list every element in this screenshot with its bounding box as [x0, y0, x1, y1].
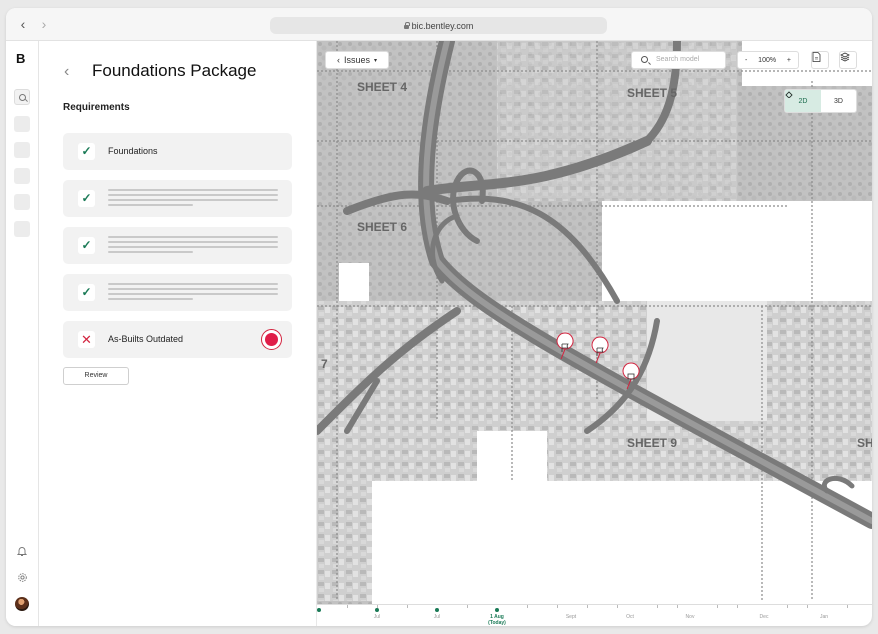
requirements-heading: Requirements: [63, 102, 130, 113]
timeline-label: Jul: [373, 614, 381, 620]
placeholder-line: [108, 246, 278, 248]
requirement-item[interactable]: ✓: [63, 227, 292, 264]
view-mode-toggle: 2D 3D: [784, 89, 857, 113]
url-text: bic.bentley.com: [411, 20, 474, 31]
page-title: Foundations Package: [92, 61, 257, 80]
chevron-down-icon: ▾: [374, 57, 378, 64]
user-avatar[interactable]: [15, 597, 29, 611]
placeholder-line: [108, 293, 278, 295]
timeline-today-dot[interactable]: [495, 608, 499, 612]
forward-arrow-icon[interactable]: ›: [37, 17, 51, 31]
timeline-event-dot[interactable]: [375, 608, 379, 612]
back-chevron-icon[interactable]: ‹: [64, 63, 69, 81]
sheet-label: SHEET 6: [357, 220, 407, 234]
placeholder-line: [108, 298, 193, 300]
search-model-input[interactable]: Search model: [631, 51, 726, 69]
placeholder-line: [108, 283, 278, 285]
issues-dropdown[interactable]: ‹ Issues ▾: [325, 51, 389, 69]
checkmark-icon: ✓: [78, 284, 95, 301]
rail-nav-item-3[interactable]: [14, 168, 30, 184]
timeline-label: Jan: [819, 614, 829, 620]
requirement-label: Foundations: [108, 146, 158, 156]
zoom-level: 100%: [758, 56, 777, 64]
zoom-control: - 100% +: [737, 51, 799, 69]
placeholder-line: [108, 204, 193, 206]
timeline-event-dot[interactable]: [435, 608, 439, 612]
link-3d-icon: [785, 91, 793, 98]
checkmark-icon: ✓: [78, 143, 95, 160]
checkmark-icon: ✓: [78, 237, 95, 254]
placeholder-line: [108, 288, 278, 290]
placeholder-line: [108, 194, 278, 196]
view-3d-button[interactable]: 3D: [785, 90, 856, 112]
app-sidebar-rail: B: [6, 41, 39, 626]
search-icon[interactable]: [14, 89, 30, 105]
chevron-left-icon: ‹: [336, 55, 340, 65]
timeline-label: Nov: [685, 614, 695, 620]
timeline-label: Oct: [626, 614, 634, 620]
browser-toolbar: ‹ › bic.bentley.com: [6, 8, 872, 41]
rail-nav-item-1[interactable]: [14, 116, 30, 132]
lock-icon: [403, 21, 410, 29]
sheet-label: SHEET 5: [627, 86, 677, 100]
timeline-event-dot[interactable]: [317, 608, 321, 612]
x-mark-icon: ✕: [78, 331, 95, 348]
package-panel: ‹ Foundations Package Requirements ✓ Fou…: [39, 41, 317, 626]
zoom-out-button[interactable]: -: [745, 57, 747, 64]
search-placeholder: Search model: [656, 56, 700, 63]
timeline-bar[interactable]: Jul Jul 1 Aug (Today) Sept Oct Nov Dec J…: [317, 604, 872, 626]
alert-status-indicator: [261, 329, 282, 350]
placeholder-line: [108, 199, 278, 201]
browser-window: ‹ › bic.bentley.com B ‹ Foundations Pack…: [6, 8, 872, 626]
requirement-item[interactable]: ✓: [63, 274, 292, 311]
timeline-label: Jul: [433, 614, 441, 620]
placeholder-line: [108, 236, 278, 238]
timeline-today-sublabel: (Today): [488, 620, 506, 626]
sheet-label: 7: [321, 357, 328, 371]
bell-icon[interactable]: [15, 546, 29, 560]
placeholder-line: [108, 241, 278, 243]
layers-icon[interactable]: [839, 51, 857, 69]
address-bar[interactable]: bic.bentley.com: [270, 17, 607, 34]
issues-label: Issues: [343, 55, 370, 65]
requirement-label: As-Builts Outdated: [108, 334, 184, 344]
view-3d-label: 3D: [834, 97, 843, 105]
requirement-item[interactable]: ✓: [63, 180, 292, 217]
placeholder-line: [108, 189, 278, 191]
requirement-item-failed[interactable]: ✕ As-Builts Outdated: [63, 321, 292, 358]
gear-icon[interactable]: [15, 572, 29, 586]
map-viewport[interactable]: SHEET 4 SHEET 5 SHEET 6 SHEET 9 7 SH ‹ I…: [317, 41, 872, 626]
timeline-label: Sept: [565, 614, 577, 620]
requirement-item[interactable]: ✓ Foundations: [63, 133, 292, 170]
rail-nav-item-4[interactable]: [14, 194, 30, 210]
aerial-map: SHEET 4 SHEET 5 SHEET 6 SHEET 9 7 SH: [317, 41, 872, 626]
search-icon: [641, 56, 648, 63]
bentley-logo[interactable]: B: [16, 51, 25, 66]
rail-nav-item-5[interactable]: [14, 221, 30, 237]
rail-nav-item-2[interactable]: [14, 142, 30, 158]
sheet-label: SHEET 9: [627, 436, 677, 450]
view-2d-label: 2D: [798, 97, 808, 105]
timeline-label: Dec: [759, 614, 769, 620]
document-export-icon[interactable]: [811, 51, 829, 69]
back-arrow-icon[interactable]: ‹: [16, 17, 30, 31]
checkmark-icon: ✓: [78, 190, 95, 207]
zoom-in-button[interactable]: +: [787, 57, 791, 64]
sheet-label: SHEET 4: [357, 80, 407, 94]
sheet-label: SH: [857, 436, 872, 450]
placeholder-line: [108, 251, 193, 253]
review-button[interactable]: Review: [63, 367, 129, 385]
